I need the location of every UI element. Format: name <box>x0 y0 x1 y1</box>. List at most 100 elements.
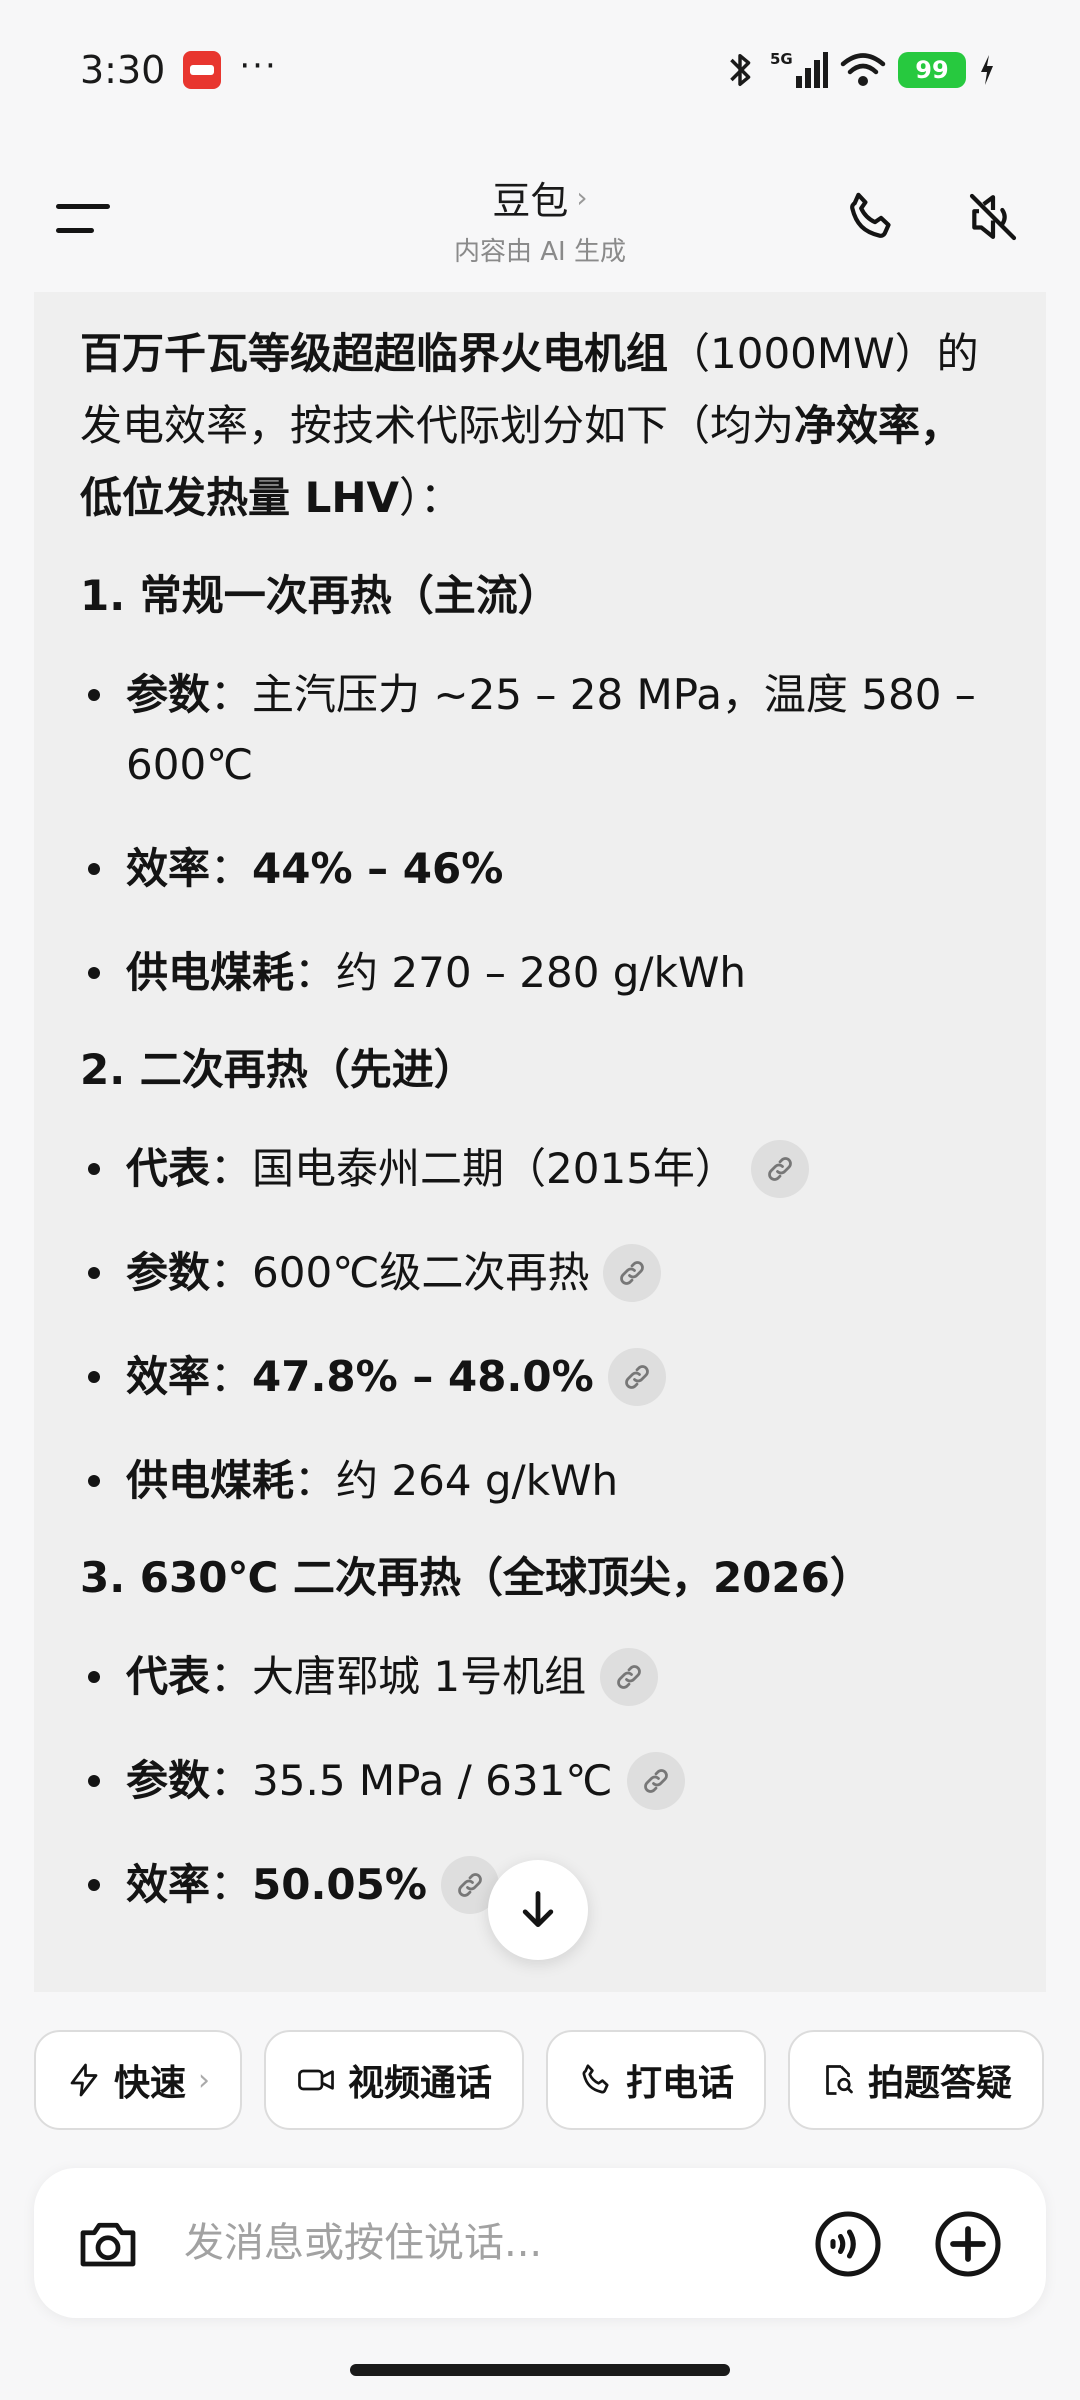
menu-button[interactable] <box>48 188 118 248</box>
intro-bold: 百万千瓦等级超超临界火电机组 <box>80 329 669 378</box>
network-type-label: 5G <box>770 50 793 68</box>
list-item: 代表：国电泰州二期（2015年） <box>80 1134 998 1204</box>
intro-text-2: ）： <box>399 473 463 522</box>
source-link-button[interactable] <box>750 1139 809 1198</box>
list-item: 参数：主汽压力 ~25 – 28 MPa，温度 580 – 600℃ <box>80 660 998 800</box>
chevron-right-icon: › <box>576 181 588 214</box>
photo-question-label: 拍题答疑 <box>868 2063 1013 2104</box>
bluetooth-icon <box>730 54 751 86</box>
quick-actions-bar: 快速 › 视频通话 打电话 拍题答疑 <box>34 2030 1080 2130</box>
item-text: 约 270 – 280 g/kWh <box>336 948 747 997</box>
lightning-icon <box>70 2063 98 2097</box>
section-title: 1. 常规一次再热（主流） <box>80 571 560 620</box>
chat-header: 豆包 › 内容由 AI 生成 <box>0 140 1080 290</box>
list-item: 代表：大唐郓城 1号机组 <box>80 1642 998 1712</box>
cellular-signal-icon: 5G <box>770 50 828 88</box>
mute-button[interactable] <box>958 182 1028 252</box>
wifi-icon <box>840 53 886 86</box>
item-text: 大唐郓城 1号机组 <box>252 1652 587 1701</box>
source-link-button[interactable] <box>607 1347 666 1406</box>
item-sep: ： <box>210 1144 253 1193</box>
camera-button[interactable] <box>70 2206 146 2282</box>
source-link-button[interactable] <box>626 1751 685 1810</box>
item-label: 代表 <box>126 1652 211 1701</box>
voice-call-button[interactable] <box>836 182 906 252</box>
answer-intro: 百万千瓦等级超超临界火电机组（1000MW）的发电效率，按技术代际划分如下（均为… <box>80 318 998 534</box>
item-label: 供电煤耗 <box>126 1456 295 1505</box>
menu-line-2 <box>56 227 94 233</box>
chevron-right-icon: › <box>198 2062 211 2098</box>
list-item: 参数：600℃级二次再热 <box>80 1238 998 1308</box>
voice-input-button[interactable] <box>810 2206 886 2282</box>
message-input-bar <box>34 2168 1046 2318</box>
item-label: 参数 <box>126 1248 211 1297</box>
item-sep: ： <box>294 1456 337 1505</box>
message-input[interactable] <box>184 2208 784 2278</box>
section-title: 2. 二次再热（先进） <box>80 1045 476 1094</box>
item-sep: ： <box>210 1652 253 1701</box>
item-text: 约 264 g/kWh <box>336 1456 619 1505</box>
camera-icon <box>80 2222 136 2267</box>
video-call-label: 视频通话 <box>348 2063 493 2104</box>
header-title-area[interactable]: 豆包 › 内容由 AI 生成 <box>340 170 740 268</box>
source-link-button[interactable] <box>600 1647 659 1706</box>
item-text: 47.8% – 48.0% <box>252 1352 594 1401</box>
phone-icon <box>582 2064 609 2094</box>
item-sep: ： <box>210 670 253 719</box>
status-time: 3:30 <box>80 48 166 92</box>
item-sep: ： <box>210 844 253 893</box>
link-icon <box>768 1156 792 1181</box>
battery-indicator: 99 <box>898 52 966 88</box>
video-camera-icon <box>298 2069 334 2091</box>
item-sep: ： <box>294 948 337 997</box>
plus-circle-icon <box>935 2211 1001 2277</box>
item-sep: ： <box>210 1860 253 1909</box>
link-icon <box>620 1260 645 1285</box>
item-label: 参数 <box>126 670 211 719</box>
section-title: 3. 630℃ 二次再热（全球顶尖，2026） <box>80 1553 872 1602</box>
link-icon <box>643 1768 668 1793</box>
item-text: 50.05% <box>252 1860 427 1909</box>
item-label: 代表 <box>126 1144 211 1193</box>
link-icon <box>624 1364 649 1389</box>
phone-call-label: 打电话 <box>626 2063 735 2104</box>
arrow-down-icon <box>522 1891 554 1928</box>
status-left: 3:30 ··· <box>80 48 278 92</box>
bot-name-text: 豆包 <box>492 179 569 223</box>
item-sep: ： <box>210 1756 253 1805</box>
item-text: 35.5 MPa / 631℃ <box>252 1756 613 1805</box>
item-label: 效率 <box>126 1352 211 1401</box>
link-icon <box>458 1872 482 1897</box>
phone-icon <box>850 192 891 238</box>
video-call-button[interactable]: 视频通话 <box>264 2030 525 2130</box>
app-notification-icon <box>183 51 222 89</box>
item-text: 44% – 46% <box>252 844 504 893</box>
bot-name[interactable]: 豆包 › <box>492 170 587 225</box>
list-item: 效率：44% – 46% <box>80 834 998 904</box>
mute-speaker-icon <box>969 193 1017 241</box>
list-item: 供电煤耗：约 264 g/kWh <box>80 1446 998 1516</box>
item-sep: ： <box>210 1352 253 1401</box>
phone-call-button[interactable]: 打电话 <box>546 2030 767 2130</box>
link-icon <box>617 1664 641 1689</box>
photo-question-button[interactable]: 拍题答疑 <box>788 2030 1045 2130</box>
charging-icon <box>981 55 993 85</box>
quick-mode-button[interactable]: 快速 › <box>34 2030 243 2130</box>
item-label: 参数 <box>126 1756 211 1805</box>
document-search-icon <box>826 2065 853 2095</box>
home-indicator[interactable] <box>350 2364 730 2376</box>
add-attachment-button[interactable] <box>930 2206 1006 2282</box>
more-notifications-icon: ··· <box>239 46 278 86</box>
scroll-to-bottom-button[interactable] <box>488 1860 588 1960</box>
list-item: 参数：35.5 MPa / 631℃ <box>80 1746 998 1816</box>
item-label: 供电煤耗 <box>126 948 295 997</box>
item-text: 国电泰州二期（2015年） <box>252 1144 737 1193</box>
menu-line-1 <box>56 203 110 209</box>
ai-answer-card: 百万千瓦等级超超临界火电机组（1000MW）的发电效率，按技术代际划分如下（均为… <box>34 292 1046 1992</box>
item-sep: ： <box>210 1248 253 1297</box>
source-link-button[interactable] <box>603 1243 662 1302</box>
item-label: 效率 <box>126 1860 211 1909</box>
list-item: 供电煤耗：约 270 – 280 g/kWh <box>80 938 998 1008</box>
status-right: 5G 99 <box>722 48 996 92</box>
status-bar: 3:30 ··· 5G 99 <box>0 0 1080 140</box>
